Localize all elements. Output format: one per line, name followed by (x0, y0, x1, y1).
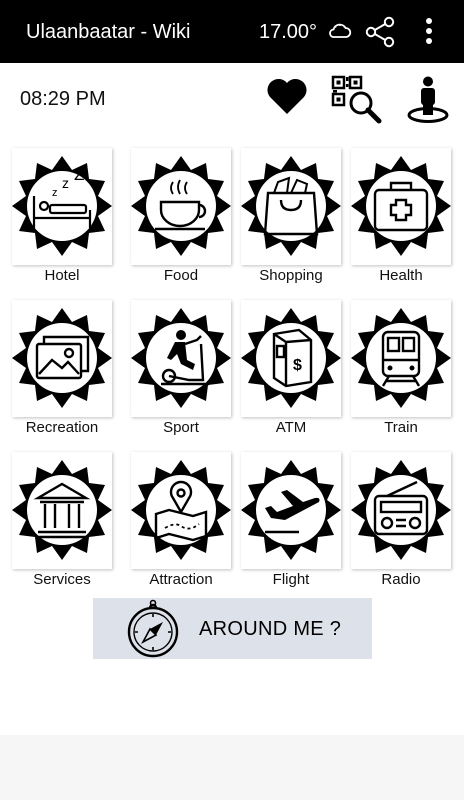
map-pin-icon (131, 460, 231, 560)
radio-icon (351, 460, 451, 560)
svg-text:$: $ (293, 357, 302, 374)
svg-text:Z: Z (74, 165, 84, 184)
app-bar: Ulaanbaatar - Wiki 17.00° (0, 0, 464, 63)
more-vert-icon[interactable] (422, 17, 436, 47)
category-recreation[interactable]: Recreation (12, 292, 118, 442)
category-sport[interactable]: Sport (131, 292, 237, 442)
category-label: Food (163, 267, 199, 284)
category-atm[interactable]: $ ATM (241, 292, 347, 442)
cloud-icon (329, 23, 352, 38)
category-label: Hotel (44, 267, 80, 284)
airplane-icon (241, 460, 341, 560)
category-radio[interactable]: Radio (351, 444, 457, 594)
government-building-icon (12, 460, 112, 560)
shopping-bag-icon (241, 156, 341, 256)
first-aid-kit-icon (351, 156, 451, 256)
category-label: Train (384, 419, 418, 436)
around-me-label: AROUND ME ? (199, 618, 342, 640)
share-icon[interactable] (364, 16, 396, 48)
heart-icon[interactable] (265, 76, 309, 116)
svg-text:z: z (62, 175, 69, 191)
svg-text:z: z (52, 187, 58, 199)
around-me-button[interactable]: AROUND ME ? (93, 598, 372, 659)
category-label: Recreation (25, 419, 99, 436)
category-label: Attraction (149, 571, 213, 588)
photos-icon (12, 308, 112, 408)
category-hotel[interactable]: z z Z Hotel (12, 140, 118, 290)
category-label: Shopping (259, 267, 323, 284)
current-time: 08:29 PM (20, 88, 106, 110)
category-food[interactable]: Food (131, 140, 237, 290)
category-health[interactable]: Health (351, 140, 457, 290)
compass-icon (127, 599, 179, 658)
temperature-readout: 17.00° (259, 21, 318, 43)
category-label: Services (33, 571, 91, 588)
category-label: Health (379, 267, 423, 284)
category-label: Radio (381, 571, 421, 588)
category-label: Sport (163, 419, 199, 436)
category-shopping[interactable]: Shopping (241, 140, 347, 290)
category-label: Flight (272, 571, 310, 588)
coffee-cup-icon (131, 156, 231, 256)
train-icon (351, 308, 451, 408)
category-label: ATM (275, 419, 307, 436)
category-flight[interactable]: Flight (241, 444, 347, 594)
app-title: Ulaanbaatar - Wiki (26, 21, 191, 43)
bed-icon: z z Z (12, 156, 112, 256)
sub-bar: 08:29 PM (0, 63, 464, 135)
category-attraction[interactable]: Attraction (131, 444, 237, 594)
person-pin-icon[interactable] (405, 75, 451, 125)
qr-search-icon[interactable] (331, 75, 383, 125)
exercise-bike-icon (131, 308, 231, 408)
category-train[interactable]: Train (351, 292, 457, 442)
atm-machine-icon: $ (241, 308, 341, 408)
bottom-bar (0, 735, 464, 800)
category-services[interactable]: Services (12, 444, 118, 594)
